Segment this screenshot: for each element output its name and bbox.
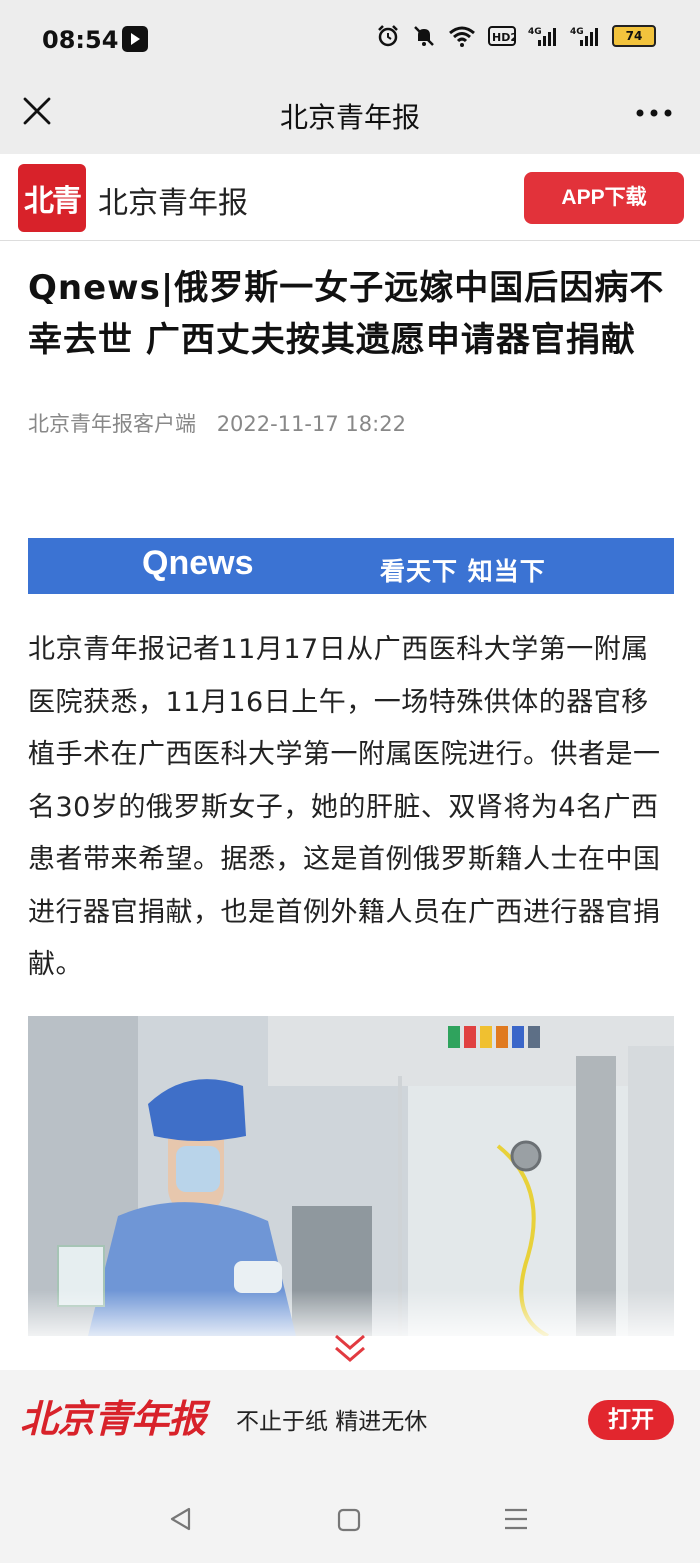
article-title: Qnews|俄罗斯一女子远嫁中国后因病不幸去世 广西丈夫按其遗愿申请器官捐献 [28,268,665,360]
article-body: 北京青年报记者11月17日从广西医科大学第一附属医院获悉，11月16日上午，一场… [28,634,661,980]
status-time: 08:54 [42,26,119,54]
article-date: 2022-11-17 18:22 [216,412,406,436]
svg-text:4G: 4G [528,27,542,37]
hospital-photo [28,1016,674,1336]
top-nav-bar: 北京青年报 [0,80,700,154]
back-icon[interactable] [168,1506,194,1532]
hd-icon: HD2 [488,26,516,46]
qnews-logo: Qnews [142,544,254,582]
status-icons: HD2 4G 4G 74 [376,24,656,48]
qnews-banner: Qnews 看天下 知当下 [28,538,674,594]
brand-logo: 北青 [18,164,86,232]
menu-icon[interactable] [503,1507,529,1531]
wifi-icon [449,26,475,47]
status-bar: 08:54 HD2 4G 4G 74 [0,0,700,80]
home-icon[interactable] [337,1508,361,1532]
app-download-button[interactable]: APP下载 [524,172,684,224]
svg-text:HD2: HD2 [492,31,516,44]
system-nav-bar [0,1462,700,1563]
alarm-icon [378,25,398,47]
brand-bar: 北青 北京青年报 APP下载 [0,154,700,241]
app-promo-bar: 北京青年报 不止于纸 精进无休 打开 [0,1370,700,1462]
signal-icon: 4G [528,27,556,46]
article-photo [28,1016,674,1336]
signal-icon: 4G [570,27,598,46]
qnews-slogan: 看天下 知当下 [380,557,546,586]
battery-icon: 74 [612,25,656,47]
open-app-button[interactable]: 打开 [588,1400,674,1440]
brand-name: 北京青年报 [98,186,248,221]
mute-icon [414,26,434,46]
more-icon[interactable] [636,108,672,118]
svg-text:4G: 4G [570,27,584,37]
page-title: 北京青年报 [279,101,420,134]
footer-logo: 北京青年报 [20,1396,206,1441]
footer-slogan: 不止于纸 精进无休 [236,1409,428,1435]
expand-chevron-icon[interactable] [332,1330,368,1366]
article-source: 北京青年报客户端 [28,412,196,436]
article-meta: 北京青年报客户端 2022-11-17 18:22 [28,408,674,438]
article-header: Qnews|俄罗斯一女子远嫁中国后因病不幸去世 广西丈夫按其遗愿申请器官捐献 北… [28,262,674,438]
tiktok-icon [122,26,148,52]
